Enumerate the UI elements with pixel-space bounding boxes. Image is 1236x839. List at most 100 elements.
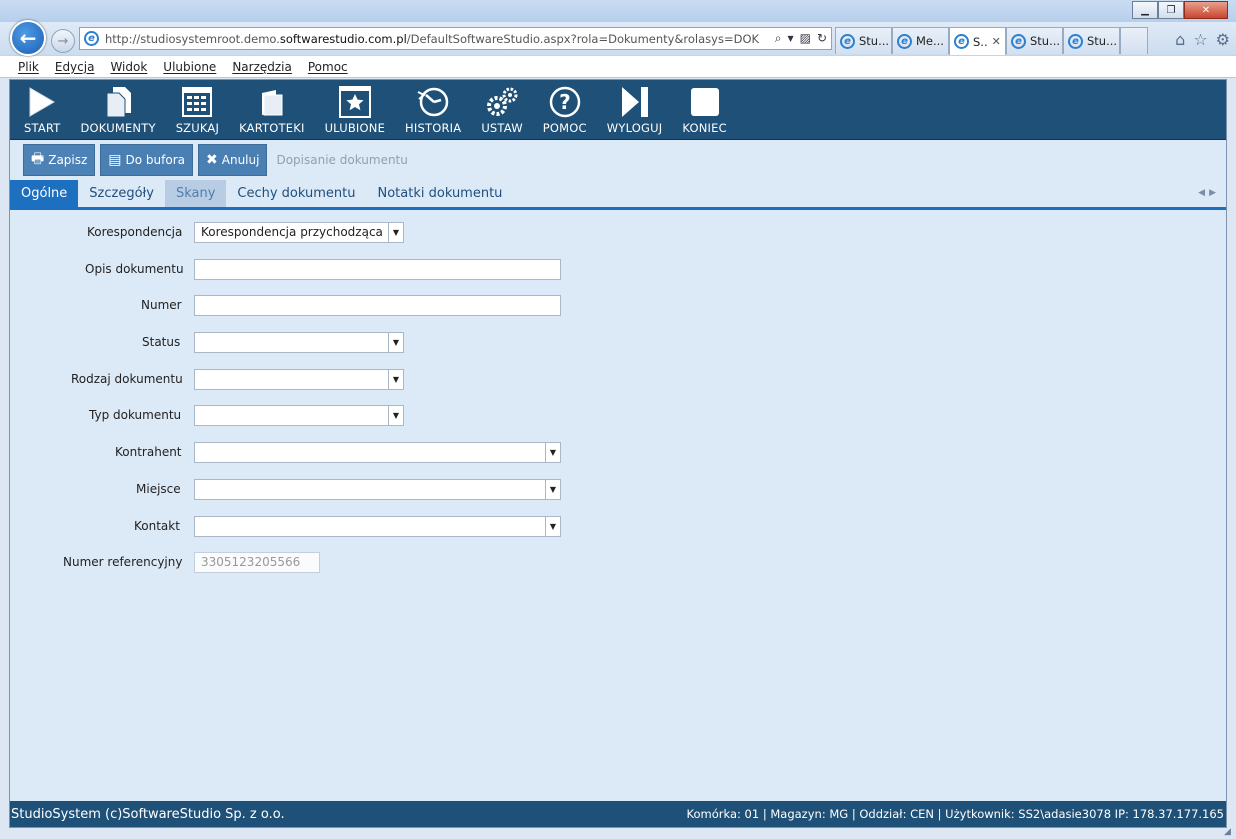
browser-tab[interactable]: e Me... <box>892 27 949 54</box>
chevron-down-icon[interactable]: ▼ <box>545 517 560 536</box>
row-kontrahent: Kontrahent ▼ <box>10 442 610 464</box>
list-icon: ▤ <box>108 152 122 168</box>
chevron-down-icon[interactable]: ▼ <box>388 333 403 352</box>
tab-scroll-arrows[interactable]: ◀▶ <box>1198 188 1220 198</box>
cancel-button[interactable]: ✖ Anuluj <box>198 144 268 176</box>
row-numer-referencyjny: Numer referencyjny 3305123205566 <box>10 552 610 574</box>
status-select[interactable]: ▼ <box>194 332 404 353</box>
search-list-icon <box>181 85 213 119</box>
menu-pomoc[interactable]: Pomoc <box>308 60 348 74</box>
ie-page-icon: e <box>954 34 969 49</box>
toolbar-pomoc-button[interactable]: ? POMOC <box>533 80 597 140</box>
ie-page-icon: e <box>840 33 855 49</box>
chevron-down-icon[interactable]: ▼ <box>388 223 403 242</box>
korespondencja-label: Korespondencja <box>87 225 183 239</box>
toolbar-szukaj-button[interactable]: SZUKAJ <box>166 80 229 140</box>
logout-icon <box>619 85 651 119</box>
rodzaj-select[interactable]: ▼ <box>194 369 404 390</box>
maximize-button[interactable]: ❐ <box>1158 1 1184 19</box>
typ-select[interactable]: ▼ <box>194 405 404 426</box>
numer-label: Numer <box>141 298 182 312</box>
search-icon[interactable]: ⌕ <box>775 31 782 46</box>
toolbar-ustaw-button[interactable]: USTAW <box>471 80 532 140</box>
kontakt-select[interactable]: ▼ <box>194 516 561 537</box>
toolbar-ulubione-button[interactable]: ULUBIONE <box>315 80 395 140</box>
menu-ulubione[interactable]: Ulubione <box>163 60 216 74</box>
browser-menubar: Plik Edycja Widok Ulubione Narzędzia Pom… <box>0 55 1236 78</box>
row-miejsce: Miejsce ▼ <box>10 479 610 501</box>
session-info: Komórka: 01 | Magazyn: MG | Oddział: CEN… <box>686 807 1224 821</box>
documents-icon <box>103 85 133 119</box>
back-button[interactable]: ← <box>10 20 46 56</box>
tab-szczegoly[interactable]: Szczegóły <box>78 180 165 207</box>
printer-icon: 🖶 <box>31 151 45 167</box>
compat-view-icon[interactable]: ▨ <box>800 31 811 46</box>
miejsce-label: Miejsce <box>136 482 181 496</box>
kontrahent-select[interactable]: ▼ <box>194 442 561 463</box>
row-rodzaj: Rodzaj dokumentu ▼ <box>10 369 610 391</box>
menu-narzedzia[interactable]: Narzędzia <box>232 60 292 74</box>
menu-edycja[interactable]: Edycja <box>55 60 95 74</box>
ie-page-icon: e <box>1011 33 1026 49</box>
resize-grip-icon[interactable]: ◢ <box>1224 827 1236 839</box>
toolbar-historia-button[interactable]: HISTORIA <box>395 80 471 140</box>
chevron-down-icon[interactable]: ▼ <box>388 406 403 425</box>
tab-notatki-dokumentu[interactable]: Notatki dokumentu <box>367 180 514 207</box>
tab-skany[interactable]: Skany <box>164 180 227 207</box>
history-icon <box>416 85 450 119</box>
browser-tools: ⌂ ☆ ⚙ <box>1175 30 1230 49</box>
opis-input[interactable] <box>194 259 561 280</box>
exit-icon <box>689 85 721 119</box>
toolbar-start-button[interactable]: START <box>14 80 70 140</box>
tab-ogolne[interactable]: Ogólne <box>10 180 79 207</box>
korespondencja-select[interactable]: Korespondencja przychodząca ▼ <box>194 222 404 243</box>
address-url: http://studiosystemroot.demo.softwarestu… <box>105 31 760 46</box>
chevron-down-icon[interactable]: ▼ <box>388 370 403 389</box>
to-buffer-button[interactable]: ▤ Do bufora <box>100 144 194 176</box>
action-bar: 🖶 Zapisz ▤ Do bufora ✖ Anuluj Dopisanie … <box>10 140 1226 180</box>
chevron-down-icon[interactable]: ▼ <box>545 443 560 462</box>
new-tab-button[interactable] <box>1120 27 1148 54</box>
help-icon: ? <box>549 85 581 119</box>
close-window-button[interactable]: ✕ <box>1184 1 1228 19</box>
close-tab-icon[interactable]: ✕ <box>992 35 1001 48</box>
refresh-icon[interactable]: ↻ <box>817 31 827 46</box>
toolbar-wyloguj-button[interactable]: WYLOGUJ <box>597 80 673 140</box>
row-typ: Typ dokumentu ▼ <box>10 405 610 427</box>
browser-tab[interactable]: e Stu... <box>835 27 892 54</box>
copyright-text: StudioSystem (c)SoftwareStudio Sp. z o.o… <box>11 806 285 822</box>
svg-text:?: ? <box>559 90 571 114</box>
dropdown-icon[interactable]: ▼ <box>787 34 793 46</box>
toolbar-koniec-button[interactable]: KONIEC <box>672 80 736 140</box>
numer-referencyjny-field: 3305123205566 <box>194 552 320 573</box>
save-button[interactable]: 🖶 Zapisz <box>23 144 96 176</box>
ie-page-icon: e <box>1068 33 1083 49</box>
address-bar[interactable]: e http://studiosystemroot.demo.softwares… <box>79 27 832 50</box>
row-numer: Numer <box>10 295 610 317</box>
home-icon[interactable]: ⌂ <box>1175 30 1185 49</box>
numer-input[interactable] <box>194 295 561 316</box>
settings-gear-icon[interactable]: ⚙ <box>1216 30 1230 49</box>
row-opis: Opis dokumentu <box>10 259 610 281</box>
ie-page-icon: e <box>84 31 99 46</box>
menu-plik[interactable]: Plik <box>18 60 39 74</box>
typ-label: Typ dokumentu <box>89 408 182 422</box>
favorites-star-icon[interactable]: ☆ <box>1193 30 1207 49</box>
minimize-button[interactable]: ▁ <box>1132 1 1158 19</box>
browser-tab[interactable]: e Stu... <box>1063 27 1120 54</box>
chevron-down-icon[interactable]: ▼ <box>545 480 560 499</box>
page-title: Dopisanie dokumentu <box>276 153 408 167</box>
miejsce-select[interactable]: ▼ <box>194 479 561 500</box>
menu-widok[interactable]: Widok <box>110 60 147 74</box>
tab-cechy-dokumentu[interactable]: Cechy dokumentu <box>226 180 366 207</box>
window-titlebar: ▁ ❐ ✕ <box>0 0 1236 22</box>
browser-tabs: e Stu... e Me... e S.. ✕ e Stu... e Stu... <box>835 27 1148 55</box>
toolbar-kartoteki-button[interactable]: KARTOTEKI <box>229 80 314 140</box>
forward-button[interactable]: → <box>51 29 75 53</box>
status-bar: StudioSystem (c)SoftwareStudio Sp. z o.o… <box>10 801 1226 827</box>
opis-label: Opis dokumentu <box>85 262 184 276</box>
toolbar-dokumenty-button[interactable]: DOKUMENTY <box>70 80 165 140</box>
window-controls: ▁ ❐ ✕ <box>1132 1 1228 19</box>
browser-tab[interactable]: e Stu... <box>1006 27 1063 54</box>
browser-tab-active[interactable]: e S.. ✕ <box>949 27 1006 55</box>
